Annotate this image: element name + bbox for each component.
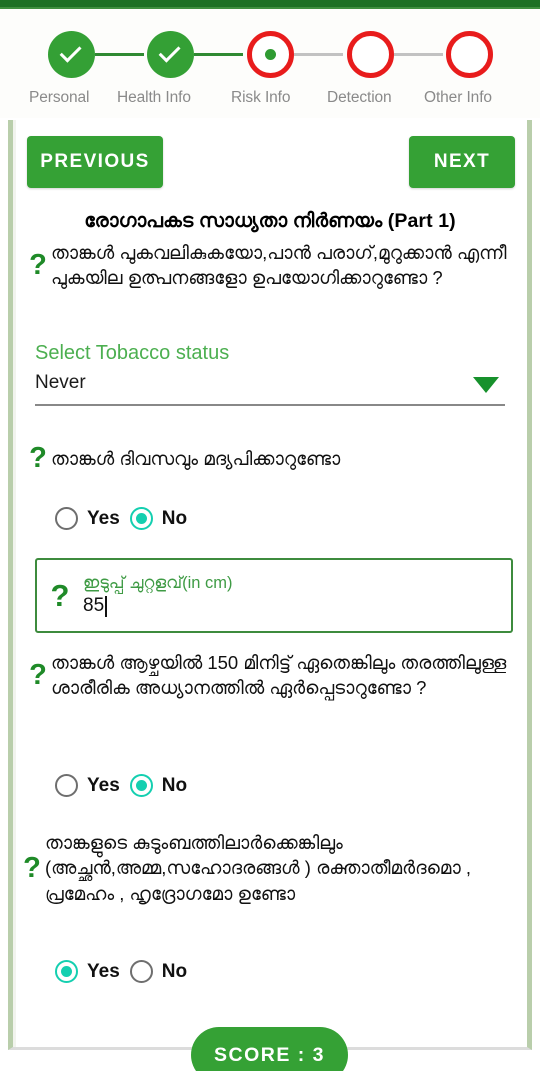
radio-label-family-yes: Yes bbox=[87, 960, 120, 982]
stepper-node-risk-info[interactable] bbox=[247, 31, 294, 78]
stepper-node-personal[interactable] bbox=[48, 31, 95, 78]
radio-icon-family-no[interactable] bbox=[129, 960, 153, 983]
tobacco-status-select-group: Select Tobacco status Never bbox=[35, 342, 505, 406]
tobacco-status-select[interactable]: Never bbox=[35, 372, 505, 406]
radio-label-activity-yes: Yes bbox=[87, 774, 120, 796]
question-tobacco-text: താങ്കൾ പുകവലികുകയോ,പാൻ പരാഗ്,മുറുക്കാൻ എ… bbox=[51, 242, 507, 289]
chevron-down-icon[interactable] bbox=[473, 377, 499, 393]
status-bar-strip bbox=[0, 0, 540, 7]
question-mark-icon: ? bbox=[23, 851, 41, 884]
radio-icon-activity-yes[interactable] bbox=[55, 774, 78, 797]
radio-option-activity-yes[interactable]: Yes bbox=[55, 774, 120, 797]
question-mark-icon: ? bbox=[50, 578, 70, 613]
waist-circumference-field[interactable]: ? ഇടുപ്പ് ചുറ്റളവ്(in cm) 85 bbox=[35, 558, 513, 633]
stepper-node-health-info[interactable] bbox=[147, 31, 194, 78]
previous-button[interactable]: PREVIOUS bbox=[27, 136, 163, 188]
check-icon bbox=[158, 40, 181, 63]
radio-option-activity-no[interactable]: No bbox=[129, 774, 188, 797]
stepper-label-health-info: Health Info bbox=[117, 89, 191, 106]
form-card-inner: PREVIOUS NEXT രോഗാപകട സാധ്യതാ നിർണയം (Pa… bbox=[13, 120, 527, 1047]
text-cursor-icon bbox=[105, 595, 107, 617]
risk-assessment-screen: Personal Health Info Risk Info Detection… bbox=[0, 0, 540, 1071]
stepper-connector-2 bbox=[194, 53, 243, 56]
question-physical-activity-text: താങ്കൾ ആഴ്ചയിൽ 150 മിനിട്ട് ഏതെങ്കിലും ത… bbox=[51, 652, 507, 699]
tobacco-status-value: Never bbox=[35, 372, 86, 393]
radio-icon-alcohol-yes[interactable] bbox=[55, 507, 78, 530]
question-alcohol-text: താങ്കൾ ദിവസവും മദ്യപിക്കാറുണ്ടോ bbox=[51, 447, 341, 469]
question-physical-activity: ? താങ്കൾ ആഴ്ചയിൽ 150 മിനിട്ട് ഏതെങ്കിലും… bbox=[25, 650, 517, 701]
score-button[interactable]: SCORE : 3 bbox=[191, 1027, 348, 1071]
question-alcohol: ? താങ്കൾ ദിവസവും മദ്യപിക്കാറുണ്ടോ bbox=[25, 444, 523, 473]
radio-group-alcohol: Yes No bbox=[55, 507, 187, 530]
radio-label-alcohol-no: No bbox=[161, 507, 188, 529]
next-button[interactable]: NEXT bbox=[409, 136, 515, 188]
waist-field-label: ഇടുപ്പ് ചുറ്റളവ്(in cm) bbox=[83, 573, 233, 592]
question-family-history: ? താങ്കളുടെ കുടുംബത്തിലാർക്കെങ്കിലും (അച… bbox=[19, 830, 523, 906]
page-title: രോഗാപകട സാധ്യതാ നിർണയം (Part 1) bbox=[84, 210, 456, 232]
radio-option-family-no[interactable]: No bbox=[129, 960, 188, 983]
question-tobacco: ? താങ്കൾ പുകവലികുകയോ,പാൻ പരാഗ്,മുറുക്കാൻ… bbox=[25, 240, 523, 291]
waist-field-value: 85 bbox=[83, 595, 105, 617]
stepper-connector-1 bbox=[95, 53, 144, 56]
radio-icon-activity-no[interactable] bbox=[129, 774, 153, 797]
question-family-history-text: താങ്കളുടെ കുടുംബത്തിലാർക്കെങ്കിലും (അച്ഛ… bbox=[45, 832, 472, 904]
progress-stepper: Personal Health Info Risk Info Detection… bbox=[0, 9, 540, 118]
radio-label-alcohol-yes: Yes bbox=[87, 507, 120, 529]
stepper-label-detection: Detection bbox=[327, 89, 392, 106]
radio-group-physical-activity: Yes No bbox=[55, 774, 187, 797]
question-mark-icon: ? bbox=[29, 442, 47, 474]
tobacco-status-label: Select Tobacco status bbox=[35, 342, 230, 364]
stepper-connector-4 bbox=[394, 53, 443, 56]
question-mark-icon: ? bbox=[29, 658, 47, 691]
question-mark-icon: ? bbox=[29, 248, 47, 281]
radio-group-family-history: Yes No bbox=[55, 960, 187, 983]
radio-option-family-yes[interactable]: Yes bbox=[55, 960, 120, 983]
waist-field-body: ഇടുപ്പ് ചുറ്റളവ്(in cm) 85 bbox=[83, 574, 511, 618]
stepper-label-other-info: Other Info bbox=[424, 89, 492, 106]
radio-label-activity-no: No bbox=[161, 774, 188, 796]
stepper-label-personal: Personal bbox=[29, 89, 90, 106]
radio-label-family-no: No bbox=[161, 960, 188, 982]
radio-option-alcohol-no[interactable]: No bbox=[129, 507, 188, 530]
stepper-nodes-row bbox=[0, 31, 540, 81]
current-step-dot-icon bbox=[265, 49, 276, 60]
form-card: PREVIOUS NEXT രോഗാപകട സാധ്യതാ നിർണയം (Pa… bbox=[8, 120, 532, 1050]
stepper-connector-3 bbox=[294, 53, 343, 56]
radio-icon-family-yes[interactable] bbox=[55, 960, 78, 983]
waist-field-value-row[interactable]: 85 bbox=[83, 595, 511, 617]
stepper-labels-row: Personal Health Info Risk Info Detection… bbox=[0, 89, 540, 113]
radio-icon-alcohol-no[interactable] bbox=[129, 507, 153, 530]
check-icon bbox=[59, 40, 82, 63]
stepper-node-detection[interactable] bbox=[347, 31, 394, 78]
stepper-node-other-info[interactable] bbox=[446, 31, 493, 78]
stepper-label-risk-info: Risk Info bbox=[231, 89, 291, 106]
radio-option-alcohol-yes[interactable]: Yes bbox=[55, 507, 120, 530]
